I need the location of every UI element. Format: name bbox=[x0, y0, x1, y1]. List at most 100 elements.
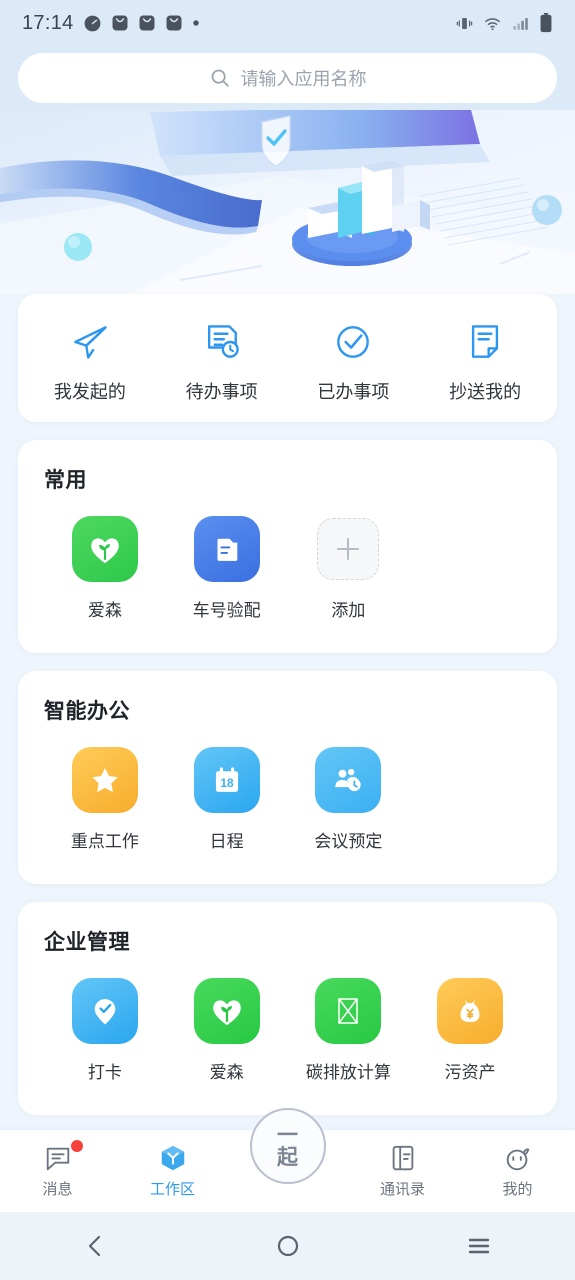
quick-action-label: 待办事项 bbox=[185, 382, 258, 402]
signal-icon bbox=[513, 17, 528, 30]
quick-action-label: 抄送我的 bbox=[449, 382, 522, 402]
quick-actions-row: 我发起的 待办事项 已办事项 抄送我的 bbox=[18, 294, 557, 422]
app-item-aisen[interactable]: 爱森 bbox=[44, 516, 166, 621]
app-label: 碳排放计算 bbox=[305, 1063, 391, 1082]
search-icon bbox=[211, 69, 229, 87]
tab-label: 消息 bbox=[42, 1181, 73, 1198]
quick-action-label: 已办事项 bbox=[317, 382, 390, 402]
app-item-schedule[interactable]: 18 日程 bbox=[166, 747, 288, 852]
search-input[interactable]: 请输入应用名称 bbox=[18, 53, 557, 103]
mail-badge-icon bbox=[112, 15, 128, 31]
app-grid: 爱森 车号验配 添加 bbox=[44, 516, 531, 627]
quick-actions-card: 我发起的 待办事项 已办事项 抄送我的 bbox=[18, 294, 557, 422]
star-icon bbox=[92, 768, 118, 793]
battery-icon bbox=[540, 13, 552, 33]
app-item-vehicle-match[interactable]: 车号验配 bbox=[166, 516, 288, 621]
fab-yiqi-button[interactable]: 一 起 bbox=[249, 1108, 326, 1184]
section-card-enterprise: 企业管理 打卡 爱森 碳排放计算 污资产 bbox=[18, 902, 557, 1115]
recents-icon bbox=[468, 1238, 490, 1254]
nav-home-button[interactable] bbox=[192, 1233, 384, 1259]
status-bar-left: 17:14 bbox=[22, 12, 455, 35]
nav-recents-button[interactable] bbox=[383, 1233, 575, 1259]
profile-face-icon bbox=[506, 1148, 529, 1171]
app-tile bbox=[71, 747, 138, 813]
app-item-key-work[interactable]: 重点工作 bbox=[44, 747, 166, 852]
status-bar: 17:14 bbox=[0, 0, 575, 46]
app-label: 日程 bbox=[209, 832, 244, 851]
app-tile bbox=[193, 516, 260, 582]
tab-messages[interactable]: 消息 bbox=[0, 1140, 115, 1199]
money-bag-icon bbox=[460, 999, 480, 1023]
app-tile bbox=[315, 978, 382, 1044]
app-item-add[interactable]: 添加 bbox=[288, 516, 410, 621]
android-navigation-bar bbox=[0, 1212, 575, 1280]
hero-illustration bbox=[0, 104, 575, 294]
people-clock-icon bbox=[335, 768, 362, 792]
app-label: 打卡 bbox=[87, 1063, 122, 1082]
search-bar-container: 请输入应用名称 bbox=[0, 46, 575, 110]
quick-action-label: 我发起的 bbox=[53, 382, 126, 402]
app-item-carbon-calc[interactable]: 碳排放计算 bbox=[288, 978, 410, 1083]
section-title: 常用 bbox=[44, 469, 87, 492]
app-root: 17:14 请输入应用名称 我发起的 待办事项 已办事项 抄送我的 常用 爱森 … bbox=[0, 0, 575, 1280]
tab-profile[interactable]: 我的 bbox=[460, 1143, 575, 1199]
calendar-icon: 18 bbox=[215, 767, 238, 792]
wifi-icon bbox=[485, 17, 500, 30]
app-item-clock-in[interactable]: 打卡 bbox=[44, 978, 166, 1083]
tab-label: 工作区 bbox=[149, 1181, 195, 1198]
gauge-icon bbox=[84, 15, 100, 31]
heart-sprout-icon bbox=[91, 538, 119, 564]
add-app-tile bbox=[317, 518, 380, 580]
tab-label: 我的 bbox=[502, 1181, 533, 1198]
app-label: 污资产 bbox=[444, 1063, 496, 1082]
quick-action-initiated[interactable]: 我发起的 bbox=[24, 320, 156, 404]
app-item-asset[interactable]: 污资产 bbox=[409, 978, 531, 1083]
app-tile bbox=[71, 978, 138, 1044]
app-item-meeting-booking[interactable]: 会议预定 bbox=[288, 747, 410, 852]
folder-document-icon bbox=[217, 538, 237, 561]
app-tile: 18 bbox=[193, 747, 260, 813]
section-enterprise: 企业管理 打卡 爱森 碳排放计算 污资产 bbox=[18, 902, 557, 1115]
fab-line-1: 一 bbox=[277, 1123, 298, 1147]
search-placeholder: 请输入应用名称 bbox=[240, 69, 367, 89]
status-bar-right bbox=[455, 13, 553, 33]
app-label: 会议预定 bbox=[314, 832, 383, 851]
document-copy-icon bbox=[472, 325, 499, 358]
document-clock-icon bbox=[207, 325, 239, 358]
content-scroll[interactable]: 我发起的 待办事项 已办事项 抄送我的 常用 爱森 车号验配 添加 智能办公 重… bbox=[0, 294, 575, 1133]
quick-action-cc[interactable]: 抄送我的 bbox=[419, 320, 551, 404]
app-tile bbox=[71, 516, 138, 582]
paper-plane-icon bbox=[74, 326, 107, 359]
app-tile bbox=[437, 978, 504, 1044]
calendar-day: 18 bbox=[220, 776, 234, 790]
location-check-icon bbox=[94, 999, 116, 1025]
home-icon bbox=[277, 1235, 298, 1257]
section-card-common: 常用 爱森 车号验配 添加 bbox=[18, 440, 557, 653]
plus-icon bbox=[337, 538, 360, 560]
tab-label: 通讯录 bbox=[379, 1181, 425, 1198]
check-circle-icon bbox=[337, 326, 370, 358]
app-label: 车号验配 bbox=[192, 601, 261, 620]
app-label: 爱森 bbox=[209, 1063, 244, 1082]
app-label: 重点工作 bbox=[70, 832, 139, 851]
back-icon bbox=[88, 1235, 100, 1257]
app-slot-empty bbox=[409, 747, 531, 852]
app-item-aisen-2[interactable]: 爱森 bbox=[166, 978, 288, 1083]
quick-action-done[interactable]: 已办事项 bbox=[288, 320, 420, 404]
quick-action-todo[interactable]: 待办事项 bbox=[156, 320, 288, 404]
app-label: 添加 bbox=[331, 601, 366, 620]
hero-banner bbox=[0, 104, 575, 294]
mail-badge-icon bbox=[139, 15, 155, 31]
vibrate-icon bbox=[456, 17, 473, 29]
workspace-hexagon-icon bbox=[161, 1145, 184, 1171]
contacts-book-icon bbox=[392, 1145, 413, 1171]
status-time: 17:14 bbox=[22, 11, 74, 34]
app-grid: 重点工作 18 日程 会议预定 bbox=[44, 747, 531, 858]
app-tile bbox=[315, 747, 382, 813]
nav-back-button[interactable] bbox=[0, 1233, 192, 1259]
broken-image-icon bbox=[338, 998, 359, 1024]
mail-badge-icon bbox=[166, 15, 182, 31]
heart-sprout-icon bbox=[212, 1000, 241, 1026]
tab-workspace[interactable]: 工作区 bbox=[115, 1143, 230, 1199]
tab-contacts[interactable]: 通讯录 bbox=[345, 1143, 460, 1199]
